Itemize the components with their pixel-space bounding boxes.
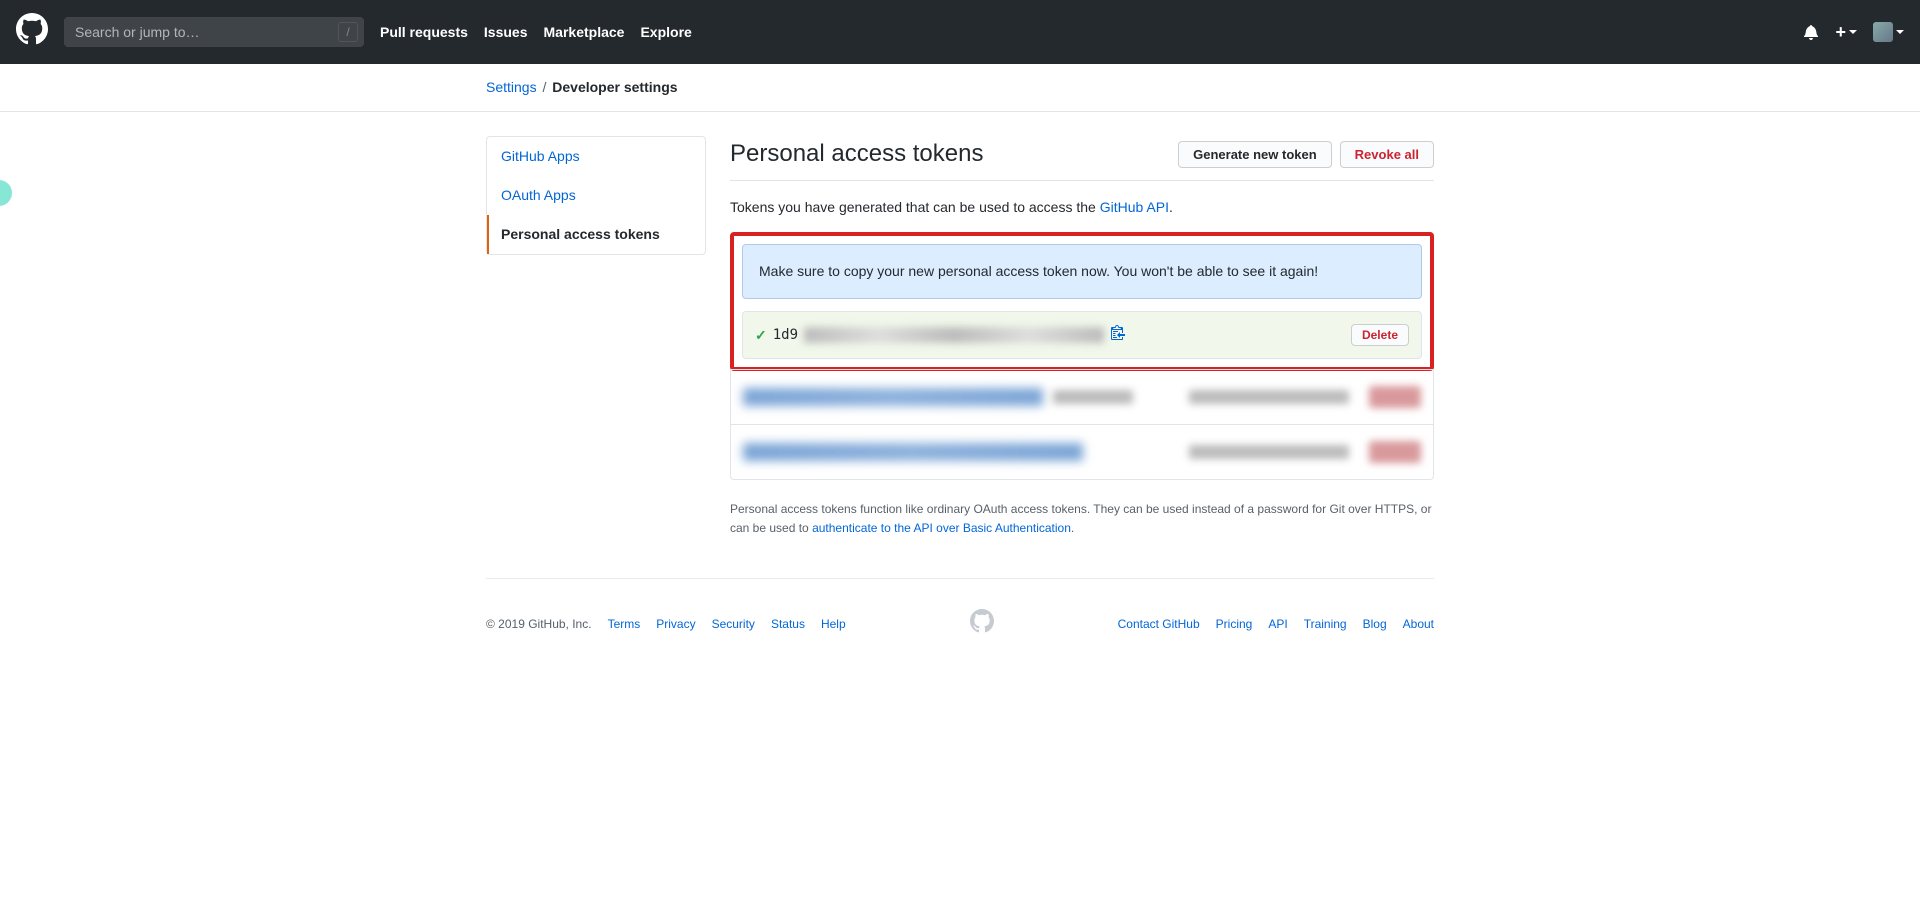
footer-terms[interactable]: Terms: [608, 615, 641, 633]
token-list-row: [731, 424, 1433, 479]
token-action-redacted: [1369, 386, 1421, 408]
token-name-redacted: [743, 388, 1043, 406]
footer-training[interactable]: Training: [1304, 615, 1347, 633]
copyright: © 2019 GitHub, Inc.: [486, 615, 592, 633]
search-wrapper: /: [64, 17, 364, 47]
token-date-redacted: [1189, 445, 1349, 459]
notifications-icon[interactable]: [1803, 24, 1819, 40]
revoke-all-button[interactable]: Revoke all: [1340, 141, 1434, 168]
main-content: Personal access tokens Generate new toke…: [730, 136, 1434, 538]
copy-token-icon[interactable]: [1110, 324, 1126, 346]
existing-tokens-list: [730, 369, 1434, 480]
sidebar-item-oauth-apps[interactable]: OAuth Apps: [487, 176, 705, 215]
new-token-row: ✓ 1d9 Delete: [742, 311, 1422, 359]
primary-nav: Pull requests Issues Marketplace Explore: [380, 22, 692, 43]
site-footer: © 2019 GitHub, Inc. Terms Privacy Securi…: [486, 578, 1434, 668]
sidebar-item-github-apps[interactable]: GitHub Apps: [487, 137, 705, 176]
global-header: / Pull requests Issues Marketplace Explo…: [0, 0, 1920, 64]
check-icon: ✓: [755, 325, 767, 346]
token-value-prefix: 1d9: [773, 325, 798, 346]
footer-status[interactable]: Status: [771, 615, 805, 633]
header-right: +: [1803, 19, 1904, 46]
tokens-footer-description: Personal access tokens function like ord…: [730, 500, 1434, 538]
edge-decoration: [0, 180, 12, 206]
generate-token-button[interactable]: Generate new token: [1178, 141, 1332, 168]
create-new-dropdown[interactable]: +: [1835, 19, 1857, 46]
sidebar-item-pat: Personal access tokens: [487, 215, 705, 254]
token-value-redacted: [804, 327, 1104, 343]
token-name-redacted: [743, 443, 1083, 461]
footer-api[interactable]: API: [1268, 615, 1287, 633]
token-meta-redacted: [1053, 390, 1133, 404]
nav-issues[interactable]: Issues: [484, 22, 528, 43]
footer-contact[interactable]: Contact GitHub: [1118, 615, 1200, 633]
plus-icon: +: [1835, 19, 1846, 46]
desc-post: .: [1169, 199, 1173, 215]
avatar: [1873, 22, 1893, 42]
footer-about[interactable]: About: [1403, 615, 1434, 633]
footer-privacy[interactable]: Privacy: [656, 615, 695, 633]
delete-token-button[interactable]: Delete: [1351, 324, 1409, 346]
github-logo-icon[interactable]: [16, 13, 48, 51]
settings-sidebar: GitHub Apps OAuth Apps Personal access t…: [486, 136, 706, 538]
nav-pull-requests[interactable]: Pull requests: [380, 22, 468, 43]
desc-pre: Tokens you have generated that can be us…: [730, 199, 1100, 215]
footer-blog[interactable]: Blog: [1363, 615, 1387, 633]
github-logo-footer-icon[interactable]: [970, 622, 994, 636]
search-input[interactable]: [64, 17, 364, 47]
github-api-link[interactable]: GitHub API: [1100, 199, 1169, 215]
breadcrumb-current: Developer settings: [552, 79, 677, 95]
user-menu-dropdown[interactable]: [1873, 22, 1904, 42]
breadcrumb-settings[interactable]: Settings: [486, 79, 537, 95]
foot-desc-post: .: [1071, 521, 1074, 535]
copy-token-warning: Make sure to copy your new personal acce…: [742, 244, 1422, 299]
chevron-down-icon: [1896, 30, 1904, 34]
nav-marketplace[interactable]: Marketplace: [544, 22, 625, 43]
token-action-redacted: [1369, 441, 1421, 463]
footer-help[interactable]: Help: [821, 615, 846, 633]
breadcrumb-sep: /: [542, 79, 546, 95]
slash-key-hint: /: [338, 22, 358, 42]
nav-explore[interactable]: Explore: [640, 22, 691, 43]
token-date-redacted: [1189, 390, 1349, 404]
basic-auth-link[interactable]: authenticate to the API over Basic Authe…: [812, 521, 1071, 535]
page-title: Personal access tokens: [730, 136, 1178, 172]
footer-pricing[interactable]: Pricing: [1216, 615, 1253, 633]
chevron-down-icon: [1849, 30, 1857, 34]
breadcrumb-bar: Settings / Developer settings: [0, 64, 1920, 112]
footer-security[interactable]: Security: [712, 615, 755, 633]
token-list-row: [731, 369, 1433, 424]
tokens-description: Tokens you have generated that can be us…: [730, 197, 1434, 218]
highlight-annotation: Make sure to copy your new personal acce…: [730, 232, 1434, 371]
